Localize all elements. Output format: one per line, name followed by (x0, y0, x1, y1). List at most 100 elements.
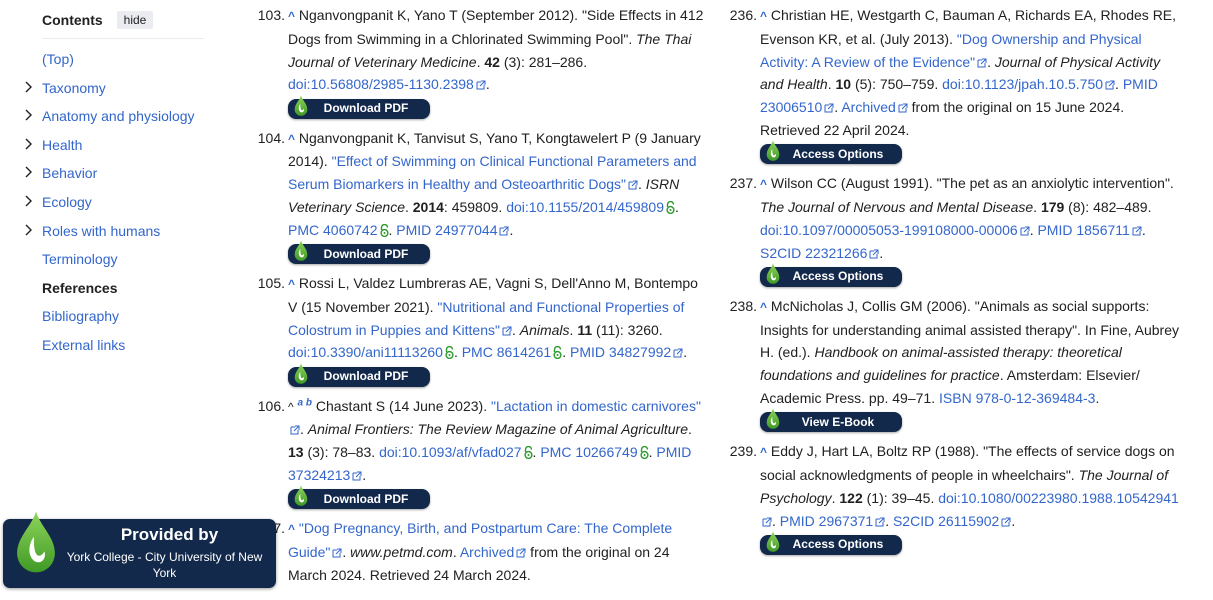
toc-link[interactable]: Health (42, 137, 82, 153)
pmid-link[interactable]: PMID 2967371 (780, 513, 873, 529)
archived-link[interactable]: Archived (841, 99, 895, 115)
journal-name: Animal Frontiers: The Review Magazine of… (307, 421, 689, 438)
reference-item: 104. ^ Nganvongpanit K, Tanvisut S, Yano… (252, 127, 707, 266)
toc-link[interactable]: Terminology (42, 251, 117, 267)
toc-title: Contents (42, 12, 103, 28)
libkey-drop-icon (766, 531, 780, 553)
s2cid-link[interactable]: S2CID 22321266 (760, 245, 867, 261)
reference-item: 103. ^ Nganvongpanit K, Yano T (Septembe… (252, 4, 707, 121)
toc-link[interactable]: (Top) (42, 51, 74, 67)
doi-link[interactable]: doi:10.1097/00005053-199108000-00006 (760, 222, 1018, 238)
doi-link[interactable]: doi:10.1155/2014/459809 (506, 199, 664, 215)
reference-item: 239. ^ Eddy J, Hart LA, Boltz RP (1988).… (724, 440, 1184, 557)
external-link-icon (476, 80, 486, 90)
toc-link[interactable]: Anatomy and physiology (42, 108, 195, 124)
pmc-link[interactable]: PMC 10266749 (540, 444, 637, 460)
toc-item-behavior[interactable]: Behavior (24, 163, 204, 192)
toc-item-bibliography[interactable]: Bibliography (24, 306, 204, 335)
pmc-link[interactable]: PMC 4060742 (288, 222, 378, 238)
doi-link[interactable]: doi:10.1123/jpah.10.5.750 (942, 76, 1103, 92)
archived-link[interactable]: Archived (460, 544, 514, 560)
view-ebook-button[interactable]: View E-Book (760, 412, 902, 433)
citation-pages: (5): 750–759. (851, 76, 939, 93)
toc-hide-button[interactable]: hide (116, 11, 154, 29)
provided-by-badge[interactable]: Provided by York College - City Universi… (3, 519, 276, 588)
toc-item-roles[interactable]: Roles with humans (24, 221, 204, 250)
citation-text: Chastant S (14 June 2023). (315, 397, 491, 414)
pmid-link[interactable]: PMID 34827992 (570, 344, 671, 360)
toc-item-anatomy[interactable]: Anatomy and physiology (24, 106, 204, 135)
toc-link[interactable]: Ecology (42, 194, 92, 210)
external-link-icon (977, 58, 987, 68)
toc-item-ecology[interactable]: Ecology (24, 192, 204, 221)
backlink-a[interactable]: a (298, 397, 304, 408)
reference-item: 237. ^ Wilson CC (August 1991). "The pet… (724, 172, 1184, 289)
citation-pages: : 459809. (443, 198, 503, 215)
toc-item-taxonomy[interactable]: Taxonomy (24, 78, 204, 107)
pmid-link[interactable]: PMID 1856711 (1037, 222, 1129, 238)
toc-link[interactable]: Roles with humans (42, 223, 160, 239)
download-pdf-button[interactable]: Download PDF (288, 99, 430, 119)
external-link-icon (499, 226, 509, 236)
reference-number: 103. (257, 7, 285, 23)
backlink-caret[interactable]: ^ (288, 9, 295, 23)
download-pdf-button[interactable]: Download PDF (288, 367, 430, 387)
backlink-caret[interactable]: ^ (288, 522, 295, 536)
volume: 179 (1040, 198, 1065, 215)
doi-link[interactable]: doi:10.1080/00223980.1988.10542941 (938, 490, 1179, 506)
toc-link[interactable]: Bibliography (42, 308, 119, 324)
open-access-lock-icon (666, 201, 675, 214)
s2cid-link[interactable]: S2CID 26115902 (893, 513, 999, 529)
backlink-caret[interactable]: ^ (760, 300, 767, 314)
journal-name: The Journal of Nervous and Mental Diseas… (760, 198, 1034, 215)
citation-pages: (11): 3260. (592, 321, 663, 338)
libkey-drop-icon (294, 95, 308, 117)
chevron-right-icon[interactable] (25, 191, 37, 207)
reference-item: 105. ^ Rossi L, Valdez Lumbreras AE, Vag… (252, 272, 707, 389)
button-label: Download PDF (323, 101, 409, 116)
backlink-b[interactable]: b (306, 397, 312, 408)
backlink-caret[interactable]: ^ (760, 9, 767, 23)
backlink-caret[interactable]: ^ (760, 445, 767, 459)
reference-item: 236. ^ Christian HE, Westgarth C, Bauman… (724, 4, 1184, 166)
doi-link[interactable]: doi:10.1093/af/vfad027 (379, 444, 521, 460)
citation-pages: (8): 482–489. (1064, 198, 1152, 215)
toc-link[interactable]: Taxonomy (42, 80, 106, 96)
doi-link[interactable]: doi:10.56808/2985-1130.2398 (288, 76, 474, 92)
volume: 13 (288, 444, 304, 461)
access-options-button[interactable]: Access Options (760, 267, 902, 287)
doi-link[interactable]: doi:10.3390/ani11113260 (288, 344, 443, 360)
toc-item-top[interactable]: (Top) (24, 49, 204, 78)
chevron-right-icon[interactable] (25, 105, 37, 121)
chevron-right-icon[interactable] (25, 134, 37, 150)
external-link-icon (352, 471, 362, 481)
toc-link-active[interactable]: References (42, 280, 118, 296)
toc-item-references[interactable]: References (24, 278, 204, 307)
open-access-lock-icon (380, 224, 389, 237)
open-access-lock-icon (445, 346, 454, 359)
pmid-link[interactable]: PMID 24977044 (396, 222, 497, 238)
download-pdf-button[interactable]: Download PDF (288, 489, 430, 510)
reference-item: 107. ^ "Dog Pregnancy, Birth, and Postpa… (252, 517, 707, 586)
backlink-caret[interactable]: ^ (288, 132, 295, 146)
toc-item-external-links[interactable]: External links (24, 335, 204, 364)
toc-link[interactable]: External links (42, 337, 125, 353)
article-title-link[interactable]: "Lactation in domestic carnivores" (491, 398, 701, 414)
chevron-right-icon[interactable] (25, 220, 37, 236)
reference-item: 238. ^ McNicholas J, Collis GM (2006). "… (724, 295, 1184, 434)
toc-link[interactable]: Behavior (42, 165, 97, 181)
chevron-right-icon[interactable] (25, 162, 37, 178)
access-options-button[interactable]: Access Options (760, 144, 902, 165)
isbn-link[interactable]: ISBN 978-0-12-369484-3 (939, 390, 1095, 406)
toc-item-terminology[interactable]: Terminology (24, 249, 204, 278)
reference-number: 238. (729, 297, 757, 314)
toc-item-health[interactable]: Health (24, 135, 204, 164)
backlink-caret[interactable]: ^ (288, 277, 295, 291)
chevron-right-icon[interactable] (25, 77, 37, 93)
external-link-icon (516, 548, 526, 558)
libkey-drop-icon (15, 511, 57, 575)
download-pdf-button[interactable]: Download PDF (288, 244, 430, 264)
access-options-button[interactable]: Access Options (760, 535, 902, 555)
pmc-link[interactable]: PMC 8614261 (462, 344, 552, 360)
backlink-caret[interactable]: ^ (760, 177, 767, 191)
